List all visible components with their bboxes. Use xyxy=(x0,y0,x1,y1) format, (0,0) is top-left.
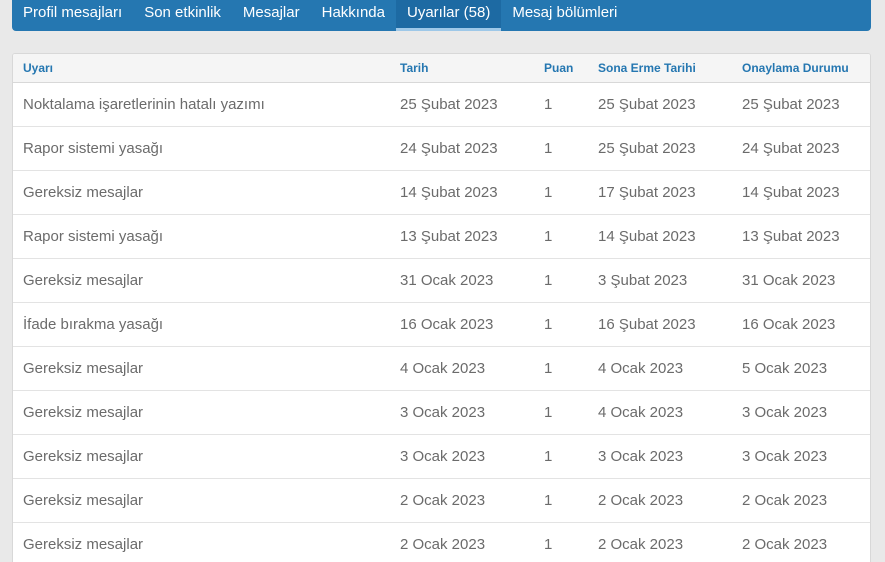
date-cell: 3 Ocak 2023 xyxy=(390,390,534,435)
date-cell: 2 Ocak 2023 xyxy=(390,478,534,523)
expiry-date-cell: 4 Ocak 2023 xyxy=(588,346,732,391)
points-cell: 1 xyxy=(534,126,588,171)
table-row[interactable]: Rapor sistemi yasağı 24 Şubat 2023 1 25 Şub… xyxy=(13,126,870,171)
date-cell: 16 Ocak 2023 xyxy=(390,302,534,347)
warning-cell[interactable]: Gereksiz mesajlar xyxy=(13,522,390,562)
points-cell: 1 xyxy=(534,170,588,215)
approval-status-cell: 2 Ocak 2023 xyxy=(732,522,870,562)
points-cell: 1 xyxy=(534,258,588,303)
approval-status-cell: 24 Şubat 2023 xyxy=(732,126,870,171)
profile-tab-bar: Profil mesajları Son etkinlik Mesajlar H… xyxy=(12,0,871,31)
warning-cell[interactable]: Gereksiz mesajlar xyxy=(13,258,390,303)
date-cell: 14 Şubat 2023 xyxy=(390,170,534,215)
approval-status-cell: 2 Ocak 2023 xyxy=(732,478,870,523)
expiry-date-cell: 25 Şubat 2023 xyxy=(588,82,732,127)
points-cell: 1 xyxy=(534,390,588,435)
points-cell: 1 xyxy=(534,478,588,523)
warning-cell[interactable]: Gereksiz mesajlar xyxy=(13,434,390,479)
approval-status-cell: 3 Ocak 2023 xyxy=(732,390,870,435)
tab-message-sections[interactable]: Mesaj bölümleri xyxy=(501,0,628,31)
header-expiry-date[interactable]: Sona Erme Tarihi xyxy=(588,54,732,83)
warning-cell[interactable]: Gereksiz mesajlar xyxy=(13,390,390,435)
expiry-date-cell: 14 Şubat 2023 xyxy=(588,214,732,259)
date-cell: 3 Ocak 2023 xyxy=(390,434,534,479)
tab-warnings[interactable]: Uyarılar (58) xyxy=(395,0,502,31)
header-approval-status[interactable]: Onaylama Durumu xyxy=(732,54,870,83)
expiry-date-cell: 16 Şubat 2023 xyxy=(588,302,732,347)
table-row[interactable]: Gereksiz mesajlar 3 Ocak 2023 1 4 Ocak 2023… xyxy=(13,390,870,435)
expiry-date-cell: 17 Şubat 2023 xyxy=(588,170,732,215)
table-row[interactable]: Noktalama işaretlerinin hatalı yazımı 25 … xyxy=(13,82,870,127)
warning-cell[interactable]: Gereksiz mesajlar xyxy=(13,346,390,391)
points-cell: 1 xyxy=(534,346,588,391)
table-row[interactable]: Rapor sistemi yasağı 13 Şubat 2023 1 14 Şub… xyxy=(13,214,870,259)
points-cell: 1 xyxy=(534,522,588,562)
tab-recent-activity[interactable]: Son etkinlik xyxy=(133,0,232,31)
points-cell: 1 xyxy=(534,434,588,479)
table-row[interactable]: Gereksiz mesajlar 2 Ocak 2023 1 2 Ocak 2023… xyxy=(13,522,870,562)
table-row[interactable]: Gereksiz mesajlar 3 Ocak 2023 1 3 Ocak 2023… xyxy=(13,434,870,479)
expiry-date-cell: 3 Ocak 2023 xyxy=(588,434,732,479)
date-cell: 2 Ocak 2023 xyxy=(390,522,534,562)
date-cell: 13 Şubat 2023 xyxy=(390,214,534,259)
expiry-date-cell: 2 Ocak 2023 xyxy=(588,522,732,562)
header-warning[interactable]: Uyarı xyxy=(13,54,390,83)
approval-status-cell: 3 Ocak 2023 xyxy=(732,434,870,479)
tab-profile-posts[interactable]: Profil mesajları xyxy=(12,0,133,31)
table-row[interactable]: Gereksiz mesajlar 14 Şubat 2023 1 17 Şubat … xyxy=(13,170,870,215)
approval-status-cell: 16 Ocak 2023 xyxy=(732,302,870,347)
approval-status-cell: 5 Ocak 2023 xyxy=(732,346,870,391)
header-points[interactable]: Puan xyxy=(534,54,588,83)
expiry-date-cell: 3 Şubat 2023 xyxy=(588,258,732,303)
warning-cell[interactable]: İfade bırakma yasağı xyxy=(13,302,390,347)
warning-cell[interactable]: Rapor sistemi yasağı xyxy=(13,214,390,259)
header-date[interactable]: Tarih xyxy=(390,54,534,83)
approval-status-cell: 14 Şubat 2023 xyxy=(732,170,870,215)
approval-status-cell: 31 Ocak 2023 xyxy=(732,258,870,303)
table-row[interactable]: Gereksiz mesajlar 2 Ocak 2023 1 2 Ocak 2023… xyxy=(13,478,870,523)
date-cell: 31 Ocak 2023 xyxy=(390,258,534,303)
date-cell: 4 Ocak 2023 xyxy=(390,346,534,391)
points-cell: 1 xyxy=(534,302,588,347)
points-cell: 1 xyxy=(534,82,588,127)
warning-cell[interactable]: Rapor sistemi yasağı xyxy=(13,126,390,171)
warnings-table: Uyarı Tarih Puan Sona Erme Tarihi Onayla… xyxy=(13,54,870,562)
expiry-date-cell: 25 Şubat 2023 xyxy=(588,126,732,171)
approval-status-cell: 25 Şubat 2023 xyxy=(732,82,870,127)
date-cell: 24 Şubat 2023 xyxy=(390,126,534,171)
warning-cell[interactable]: Noktalama işaretlerinin hatalı yazımı xyxy=(13,82,390,127)
tab-about[interactable]: Hakkında xyxy=(311,0,396,31)
table-header-row: Uyarı Tarih Puan Sona Erme Tarihi Onayla… xyxy=(13,54,870,83)
date-cell: 25 Şubat 2023 xyxy=(390,82,534,127)
warning-cell[interactable]: Gereksiz mesajlar xyxy=(13,170,390,215)
tab-messages[interactable]: Mesajlar xyxy=(232,0,311,31)
table-row[interactable]: İfade bırakma yasağı 16 Ocak 2023 1 16 Şuba… xyxy=(13,302,870,347)
points-cell: 1 xyxy=(534,214,588,259)
warning-cell[interactable]: Gereksiz mesajlar xyxy=(13,478,390,523)
table-row[interactable]: Gereksiz mesajlar 31 Ocak 2023 1 3 Şubat 20… xyxy=(13,258,870,303)
expiry-date-cell: 2 Ocak 2023 xyxy=(588,478,732,523)
expiry-date-cell: 4 Ocak 2023 xyxy=(588,390,732,435)
approval-status-cell: 13 Şubat 2023 xyxy=(732,214,870,259)
warnings-panel: Uyarı Tarih Puan Sona Erme Tarihi Onayla… xyxy=(12,53,871,562)
table-row[interactable]: Gereksiz mesajlar 4 Ocak 2023 1 4 Ocak 2023… xyxy=(13,346,870,391)
